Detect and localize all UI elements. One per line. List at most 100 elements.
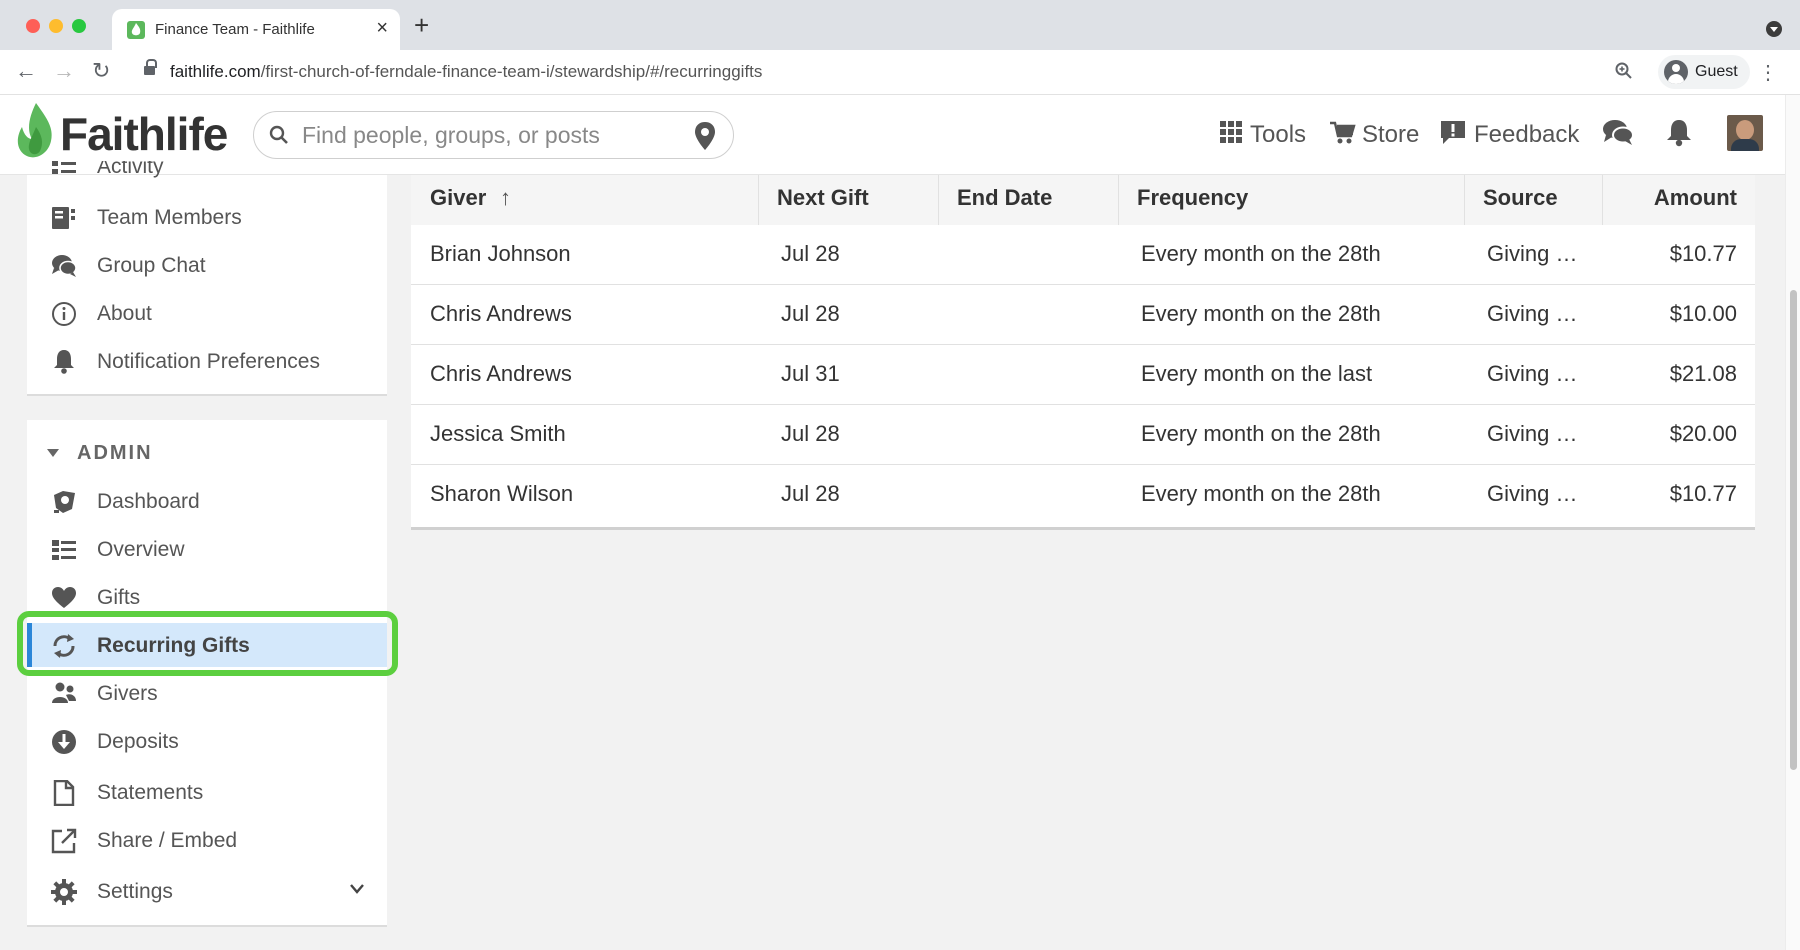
grid-icon [1220,121,1242,143]
sidebar-item-share-embed[interactable]: Share / Embed [27,818,387,862]
giver-cell: Chris Andrews [430,301,572,326]
sidebar-item-label: Activity [97,161,164,178]
zoom-icon[interactable] [1615,62,1633,85]
source-cell: Giving … [1487,241,1578,266]
search-input[interactable] [302,122,682,148]
sidebar-item-label: Dashboard [97,490,200,513]
tab-title: Finance Team - Faithlife [155,21,315,38]
group-chat-icon [52,255,77,277]
notifications-bell-icon[interactable] [1666,119,1692,147]
frequency-cell: Every month on the 28th [1141,481,1381,506]
column-header-frequency[interactable]: Frequency [1118,175,1464,225]
heart-icon [52,587,76,608]
sidebar-item-about[interactable]: About [27,291,387,335]
tools-menu[interactable]: Tools [1220,117,1310,153]
sort-ascending-icon[interactable]: ↑ [500,185,511,211]
column-header-giver[interactable]: Giver ↑ [411,175,758,225]
column-header-label: Frequency [1137,185,1249,210]
source-cell: Giving … [1487,301,1578,326]
lock-icon[interactable] [144,59,157,76]
feedback-icon [1441,121,1465,144]
column-header-label: Giver [430,185,487,210]
recurring-icon [53,634,75,658]
address-bar[interactable]: faithlife.com/first-church-of-ferndale-f… [170,62,762,82]
tab-search-icon[interactable] [1766,21,1782,37]
table-row[interactable]: Sharon Wilson Jul 28 Every month on the … [411,465,1755,525]
page-scrollbar[interactable] [1785,95,1800,950]
user-avatar[interactable] [1727,115,1763,151]
sidebar-item-notification-preferences[interactable]: Notification Preferences [27,339,387,383]
profile-button[interactable]: Guest [1658,55,1750,89]
frequency-cell: Every month on the last [1141,361,1373,386]
frequency-cell: Every month on the 28th [1141,241,1381,266]
next-gift-cell: Jul 28 [781,481,840,506]
column-header-next-gift[interactable]: Next Gift [758,175,938,225]
sidebar-item-label: Team Members [97,206,242,229]
sidebar-item-overview[interactable]: Overview [27,527,387,571]
sidebar-item-recurring-gifts[interactable]: Recurring Gifts [27,623,387,667]
table-row[interactable]: Jessica Smith Jul 28 Every month on the … [411,405,1755,465]
search-icon [269,125,288,144]
column-header-amount[interactable]: Amount [1602,175,1755,225]
maximize-window-button[interactable] [72,19,86,33]
table-row[interactable]: Chris Andrews Jul 28 Every month on the … [411,285,1755,345]
column-header-label: Next Gift [777,185,869,210]
amount-cell: $21.08 [1669,361,1737,386]
feedback-link[interactable]: Feedback [1441,117,1581,153]
sidebar-item-label: Group Chat [97,254,206,277]
faithlife-logo[interactable]: Faithlife [60,107,228,161]
reload-icon[interactable]: ↻ [92,59,110,83]
amount-cell: $20.00 [1669,421,1737,446]
browser-toolbar: ← → ↻ faithlife.com/first-church-of-fern… [0,50,1800,95]
cart-icon [1330,121,1356,144]
sidebar-item-label: Settings [97,880,173,903]
admin-heading: ADMIN [77,442,153,464]
sidebar-item-label: Notification Preferences [97,350,320,373]
sidebar-item-dashboard[interactable]: Dashboard [27,479,387,523]
sidebar-item-activity[interactable]: Activity [27,161,387,187]
chat-icon[interactable] [1603,119,1633,147]
active-indicator [27,623,32,667]
team-members-icon [52,207,75,229]
faithlife-flame-icon[interactable] [16,103,54,161]
table-row[interactable]: Brian Johnson Jul 28 Every month on the … [411,225,1755,285]
column-header-source[interactable]: Source [1464,175,1602,225]
sidebar-item-label: About [97,302,152,325]
table-header-row: Giver ↑ Next Gift End Date Frequency Sou… [411,175,1755,225]
sidebar-item-team-members[interactable]: Team Members [27,195,387,239]
url-path: /first-church-of-ferndale-finance-team-i… [260,62,763,81]
next-gift-cell: Jul 31 [781,361,840,386]
browser-menu-icon[interactable]: ⋮ [1758,60,1778,85]
tab-close-icon[interactable]: × [376,18,388,38]
frequency-cell: Every month on the 28th [1141,301,1381,326]
new-tab-button[interactable]: + [414,12,429,38]
sidebar-item-settings[interactable]: Settings [27,869,387,913]
sidebar-item-statements[interactable]: Statements [27,770,387,814]
sidebar-item-deposits[interactable]: Deposits [27,719,387,763]
sidebar-item-group-chat[interactable]: Group Chat [27,243,387,287]
column-header-label: End Date [957,185,1053,210]
profile-label: Guest [1695,63,1738,80]
close-window-button[interactable] [26,19,40,33]
amount-cell: $10.77 [1669,481,1737,506]
forward-arrow-icon[interactable]: → [53,59,75,83]
sidebar-item-label: Statements [97,781,204,804]
giver-cell: Jessica Smith [430,421,566,446]
back-arrow-icon[interactable]: ← [15,59,37,83]
minimize-window-button[interactable] [49,19,63,33]
location-pin-icon[interactable] [695,122,715,150]
store-link[interactable]: Store [1330,117,1420,153]
table-row[interactable]: Chris Andrews Jul 31 Every month on the … [411,345,1755,405]
sidebar-item-givers[interactable]: Givers [27,671,387,715]
sidebar-item-label: Overview [97,538,185,561]
scrollbar-thumb[interactable] [1790,290,1797,770]
column-header-end-date[interactable]: End Date [938,175,1118,225]
browser-tab[interactable]: Finance Team - Faithlife × [112,9,400,50]
chevron-down-icon[interactable] [349,883,365,895]
giver-cell: Brian Johnson [430,241,571,266]
sidebar-item-gifts[interactable]: Gifts [27,575,387,619]
overview-icon [52,540,76,560]
search-box[interactable] [253,111,734,159]
recurring-gifts-table: Giver ↑ Next Gift End Date Frequency Sou… [411,175,1755,530]
url-host: faithlife.com [170,62,261,81]
